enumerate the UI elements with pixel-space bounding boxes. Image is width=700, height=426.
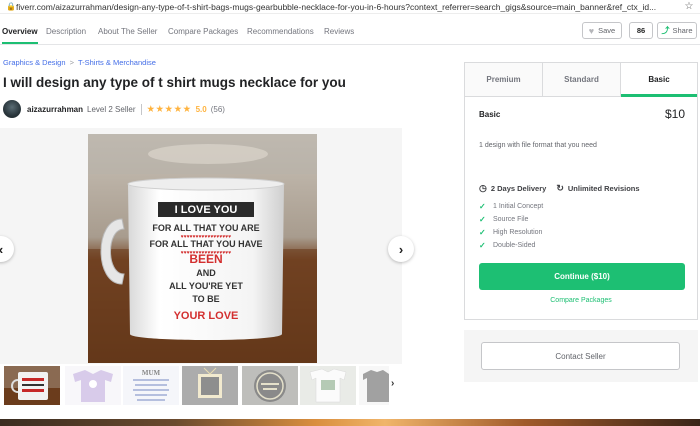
save-label: Save (598, 26, 616, 35)
share-icon: ⤴ (661, 26, 670, 35)
thumbnail-3[interactable]: MUM (123, 366, 179, 405)
tab-description[interactable]: Description (46, 27, 86, 36)
mug-print-line: AND (196, 268, 216, 278)
check-icon: ✓ (479, 228, 486, 237)
continue-button[interactable]: Continue ($10) (479, 263, 685, 290)
refresh-icon: ↻ (556, 182, 564, 193)
mug-print-line: FOR ALL THAT YOU ARE (152, 223, 259, 233)
active-package-indicator (621, 94, 697, 97)
feature-label: High Resolution (493, 229, 543, 236)
packages-panel: Premium Standard Basic Basic $10 1 desig… (464, 62, 698, 320)
mug-print-line: I LOVE YOU (175, 204, 238, 216)
thumbnail-4[interactable] (182, 366, 238, 405)
package-tabs: Premium Standard Basic (465, 63, 697, 97)
tab-overview[interactable]: Overview (2, 27, 38, 36)
package-description: 1 design with file format that you need (479, 142, 597, 149)
gallery-prev-button[interactable]: ‹ (0, 236, 14, 262)
breadcrumb-separator: > (69, 58, 75, 67)
package-features: ✓ 1 Initial Concept ✓ Source File ✓ High Re… (479, 200, 543, 252)
star-icon[interactable]: ☆ (682, 1, 696, 12)
thumbnail-5[interactable] (242, 366, 298, 405)
tab-premium[interactable]: Premium (465, 63, 543, 96)
browser-address-bar[interactable]: 🔒 fiverr.com/aizazurrahman/design-any-ty… (0, 0, 700, 14)
delivery-time: ◷ 2 Days Delivery (479, 183, 546, 194)
share-label: Share (672, 26, 693, 35)
tab-basic[interactable]: Basic (621, 63, 697, 96)
tab-about-the-seller[interactable]: About The Seller (98, 27, 157, 36)
tab-standard[interactable]: Standard (543, 63, 621, 96)
seller-overview: aizazurrahman Level 2 Seller ★★★★★ 5.0 (… (3, 100, 225, 118)
gallery-next-button[interactable]: › (388, 236, 414, 262)
compare-packages-link[interactable]: Compare Packages (465, 297, 697, 304)
mug-print-line: TO BE (192, 294, 219, 304)
feature-label: Source File (493, 216, 529, 223)
feature-item: ✓ 1 Initial Concept (479, 200, 543, 213)
save-button[interactable]: ♥ Save (582, 22, 622, 39)
revisions: ↻ Unlimited Revisions (556, 183, 639, 194)
url-text[interactable]: fiverr.com/aizazurrahman/design-any-type… (16, 2, 682, 12)
breadcrumb-category[interactable]: Graphics & Design (3, 58, 66, 67)
lock-icon: 🔒 (6, 2, 16, 11)
mug-print-line: YOUR LOVE (174, 310, 239, 322)
avatar[interactable] (3, 100, 21, 118)
thumbnail-6[interactable] (300, 366, 356, 405)
seller-name[interactable]: aizazurrahman (27, 105, 83, 114)
mug-print-line: FOR ALL THAT YOU HAVE (149, 239, 262, 249)
feature-label: 1 Initial Concept (493, 203, 544, 210)
thumbnail-1[interactable] (4, 366, 60, 405)
feature-label: Double-Sided (493, 242, 536, 249)
save-count: 86 (629, 22, 653, 39)
check-icon: ✓ (479, 241, 486, 250)
svg-text:MUM: MUM (142, 369, 161, 377)
mug-print-line: ALL YOU'RE YET (169, 281, 243, 291)
breadcrumb-subcategory[interactable]: T-Shirts & Merchandise (78, 58, 156, 67)
thumbnails-next-button[interactable]: › (391, 378, 394, 389)
seller-level: Level 2 Seller (87, 104, 136, 114)
check-icon: ✓ (479, 215, 486, 224)
package-price: $10 (664, 107, 685, 121)
heart-row-icon: ♥♥♥♥♥♥♥♥♥♥♥♥♥♥♥♥♥ (181, 250, 232, 256)
star-rating-icon: ★★★★★ (146, 103, 192, 115)
check-icon: ✓ (479, 202, 486, 211)
share-button[interactable]: ⤴ Share (657, 22, 697, 39)
gallery-thumbnails: MUM › (4, 366, 404, 406)
delivery-label: 2 Days Delivery (490, 183, 547, 193)
mug-product-image: I LOVE YOU FOR ALL THAT YOU ARE FOR ALL TH… (88, 134, 317, 363)
clock-icon: ◷ (479, 182, 487, 193)
feature-item: ✓ High Resolution (479, 226, 543, 239)
page-title: I will design any type of t shirt mugs n… (3, 75, 346, 90)
tab-compare-packages[interactable]: Compare Packages (168, 27, 238, 36)
contact-seller-button[interactable]: Contact Seller (481, 342, 680, 370)
divider (140, 103, 142, 115)
review-count[interactable]: (56) (211, 105, 225, 114)
page-bottom-banner (0, 419, 700, 426)
breadcrumb: Graphics & Design > T-Shirts & Merchandi… (3, 58, 156, 67)
tab-recommendations[interactable]: Recommendations (247, 27, 314, 36)
package-name: Basic (479, 110, 501, 119)
revisions-label: Unlimited Revisions (567, 183, 640, 193)
gig-main-image[interactable]: I LOVE YOU FOR ALL THAT YOU ARE FOR ALL TH… (88, 134, 317, 363)
thumbnail-2[interactable] (65, 366, 121, 405)
package-meta: ◷ 2 Days Delivery ↻ Unlimited Revisions (479, 182, 640, 194)
thumbnail-7[interactable] (359, 366, 389, 405)
contact-seller-panel: Contact Seller (464, 330, 698, 382)
active-tab-indicator (2, 42, 38, 44)
tab-reviews[interactable]: Reviews (324, 27, 354, 36)
feature-item: ✓ Double-Sided (479, 239, 543, 252)
feature-item: ✓ Source File (479, 213, 543, 226)
heart-row-icon: ♥♥♥♥♥♥♥♥♥♥♥♥♥♥♥♥♥ (181, 234, 232, 240)
gig-gallery: I LOVE YOU FOR ALL THAT YOU ARE FOR ALL TH… (0, 128, 414, 364)
rating-score: 5.0 (195, 104, 207, 114)
heart-icon: ♥ (588, 25, 595, 36)
